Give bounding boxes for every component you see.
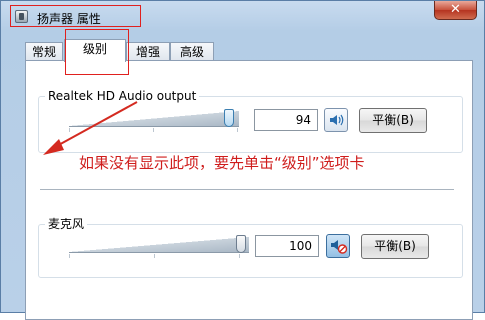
playback-level-slider-thumb[interactable] xyxy=(224,109,234,127)
speaker-muted-icon xyxy=(331,240,348,254)
microphone-mute-button[interactable] xyxy=(326,234,350,258)
playback-level-input[interactable]: 94 xyxy=(254,109,318,131)
tab-general[interactable]: 常规 xyxy=(25,42,63,61)
slider-tick xyxy=(239,254,240,258)
tab-label: 高级 xyxy=(179,45,204,59)
title-bar[interactable]: 扬声器 属性 ✕ xyxy=(1,1,484,31)
microphone-balance-button[interactable]: 平衡(B) xyxy=(361,234,429,259)
tab-enhancements[interactable]: 增强 xyxy=(126,42,170,61)
tab-label: 常规 xyxy=(31,45,56,59)
slider-tick xyxy=(154,254,155,258)
playback-balance-button[interactable]: 平衡(B) xyxy=(359,108,427,133)
microphone-level-input[interactable]: 100 xyxy=(255,235,319,257)
tab-label: 增强 xyxy=(135,45,160,59)
microphone-level-track[interactable] xyxy=(69,237,249,253)
section-divider xyxy=(40,189,454,190)
playback-mute-button[interactable] xyxy=(324,108,348,132)
close-icon: ✕ xyxy=(450,2,461,17)
speaker-icon xyxy=(330,114,344,126)
tab-advanced[interactable]: 高级 xyxy=(170,42,214,61)
microphone-device-label: 麦克风 xyxy=(45,216,88,232)
microphone-level-slider-thumb[interactable] xyxy=(236,235,246,253)
properties-window: 扬声器 属性 ✕ 常规 级别 增强 高级 Realtek HD Audio ou… xyxy=(0,0,485,320)
microphone-level-group: 麦克风 100 平衡(B) xyxy=(38,216,463,278)
title-highlight-box xyxy=(10,5,141,27)
slider-tick xyxy=(69,254,70,258)
annotation-caption: 如果没有显示此项，要先单击“级别”选项卡 xyxy=(79,154,365,172)
close-button[interactable]: ✕ xyxy=(434,1,477,20)
tab-highlight-box xyxy=(65,29,129,75)
slider-tick xyxy=(237,128,238,132)
